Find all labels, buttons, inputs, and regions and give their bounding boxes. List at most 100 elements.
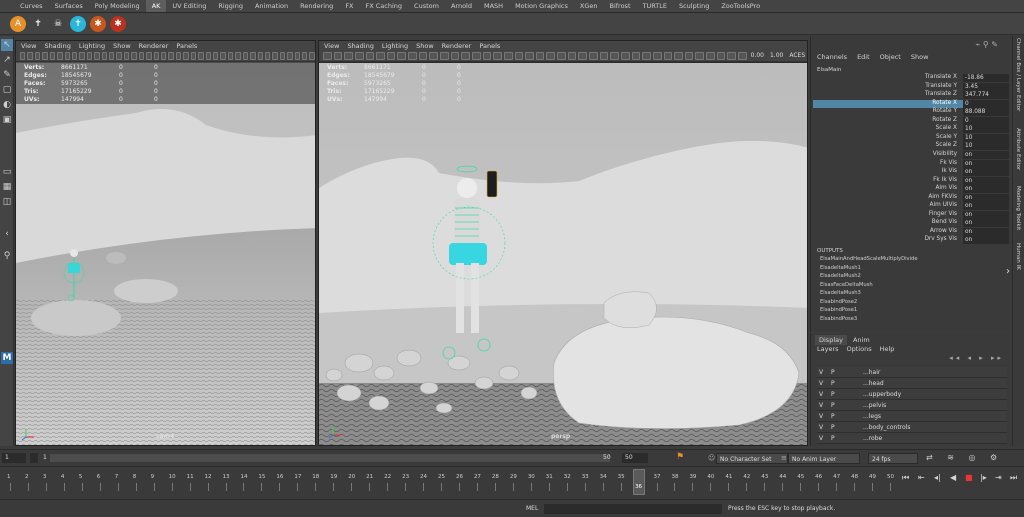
layer-visibility-toggle[interactable]: V — [819, 413, 823, 420]
viewport-tool-icon[interactable] — [71, 51, 78, 60]
viewport-tool-icon[interactable] — [309, 51, 315, 60]
viewport-tool-icon[interactable] — [589, 51, 598, 60]
shelf-tab-fx-caching[interactable]: FX Caching — [360, 0, 409, 12]
viewport-tool-icon[interactable] — [161, 51, 167, 60]
viewport-tool-icon[interactable] — [302, 51, 308, 60]
range-slider-track[interactable] — [50, 454, 610, 462]
attribute-value-field[interactable]: -18.86 — [963, 74, 1009, 82]
skull-icon[interactable]: ☠ — [50, 15, 66, 32]
fps-dropdown[interactable]: 24 fps — [868, 453, 918, 464]
viewport-tool-icon[interactable] — [503, 51, 513, 60]
shelf-tab-animation[interactable]: Animation — [249, 0, 294, 12]
viewport-tool-icon[interactable] — [42, 51, 48, 60]
viewport-tool-icon[interactable] — [674, 51, 683, 60]
output-node[interactable]: ElsabindPose2 — [820, 299, 857, 305]
attribute-row[interactable]: Scale Z 10 — [813, 142, 1009, 151]
expand-arrow-icon[interactable]: › — [1006, 266, 1010, 277]
viewport-tool-icon[interactable] — [116, 51, 122, 60]
viewport-tool-icon[interactable] — [190, 51, 197, 60]
viewport-tool-icon[interactable] — [333, 51, 343, 60]
output-node[interactable]: ElsabindPose1 — [820, 307, 857, 313]
shelf-tab-motion-graphics[interactable]: Motion Graphics — [509, 0, 574, 12]
channel-box-menu-show[interactable]: Show — [911, 53, 929, 61]
shelf-tab-mash[interactable]: MASH — [478, 0, 509, 12]
viewport-tool-icon[interactable] — [34, 51, 41, 60]
viewport-menu-lighting[interactable]: Lighting — [79, 42, 105, 50]
viewport-tool-icon[interactable] — [131, 51, 137, 60]
viewport-tool-icon[interactable] — [57, 51, 63, 60]
go-to-start-icon[interactable]: ⏮ — [902, 473, 909, 483]
viewport-tool-icon[interactable] — [620, 51, 630, 60]
viewport-tool-icon[interactable] — [94, 51, 100, 60]
layer-row[interactable]: V P ...robe — [817, 433, 1007, 444]
viewport-menu-show[interactable]: Show — [416, 42, 434, 50]
layer-playback-toggle[interactable]: P — [831, 369, 835, 376]
viewport-tool-icon[interactable] — [279, 51, 286, 60]
shelf-tab-bifrost[interactable]: Bifrost — [604, 0, 637, 12]
layer-name[interactable]: ...body_controls — [863, 424, 910, 431]
viewport-tool-icon[interactable] — [287, 51, 293, 60]
viewport-tool-icon[interactable] — [631, 51, 641, 60]
attribute-row[interactable]: Rotate Z 0 — [813, 116, 1009, 125]
viewport-menu-panels[interactable]: Panels — [176, 42, 197, 50]
attribute-value-field[interactable]: on — [963, 227, 1009, 236]
attribute-value-field[interactable]: on — [963, 219, 1009, 228]
layer-row[interactable]: V P ...pelvis — [817, 400, 1007, 411]
viewport-tool-icon[interactable] — [354, 51, 364, 60]
attribute-value-field[interactable]: 88.088 — [963, 108, 1009, 117]
shelf-tab-xgen[interactable]: XGen — [574, 0, 604, 12]
viewport-tool-icon[interactable] — [525, 51, 534, 60]
viewport-tool-icon[interactable] — [183, 51, 189, 60]
attribute-row[interactable]: Finger Vis on — [813, 210, 1009, 219]
layer-menu-help[interactable]: Help — [880, 345, 895, 353]
color-management-label[interactable]: ACES — [787, 52, 807, 59]
step-back-key-icon[interactable]: ⇤ — [918, 473, 925, 482]
viewport-tool-icon[interactable] — [695, 51, 705, 60]
move-tool-icon[interactable]: ▢ — [1, 84, 13, 96]
viewport-tool-icon[interactable] — [250, 51, 256, 60]
viewport-menu-view[interactable]: View — [324, 42, 339, 50]
viewport-tool-icon[interactable] — [546, 51, 556, 60]
range-start-handle[interactable] — [30, 453, 38, 463]
viewport-tool-icon[interactable] — [272, 51, 278, 60]
layer-name[interactable]: ...legs — [863, 413, 881, 420]
shelf-tab-surfaces[interactable]: Surfaces — [49, 0, 89, 12]
viewport-tool-icon[interactable] — [365, 51, 375, 60]
viewport-tool-icon[interactable] — [663, 51, 673, 60]
anim-layer-dropdown[interactable]: No Anim Layer — [788, 453, 860, 464]
character-red-icon[interactable]: ✱ — [110, 15, 126, 32]
viewport-tool-icon[interactable] — [567, 51, 577, 60]
viewport-tool-icon[interactable] — [450, 51, 460, 60]
output-node[interactable]: ElsasFaceDeltaMush — [820, 282, 873, 288]
viewport-tool-icon[interactable] — [168, 51, 174, 60]
viewport-menu-renderer[interactable]: Renderer — [442, 42, 472, 50]
viewport-tool-icon[interactable] — [376, 51, 385, 60]
side-tab-modeling-toolkit[interactable]: Modeling Toolkit — [1015, 186, 1021, 230]
side-tab-channel-box-layer-editor[interactable]: Channel Box / Layer Editor — [1015, 38, 1021, 111]
attribute-value-field[interactable]: 347.774 — [963, 91, 1009, 100]
layer-visibility-toggle[interactable]: V — [819, 369, 823, 376]
layer-visibility-toggle[interactable]: V — [819, 402, 823, 409]
layout-two-icon[interactable]: ◫ — [1, 196, 13, 208]
viewport-tool-icon[interactable] — [205, 51, 211, 60]
attribute-row[interactable]: Aim UIVis on — [813, 202, 1009, 211]
playback-option-icons[interactable]: ⇄ ≋ ◎ ⚙ — [926, 453, 1003, 462]
viewport-menu-panels[interactable]: Panels — [479, 42, 500, 50]
shelf-tab-custom[interactable]: Custom — [408, 0, 445, 12]
collapse-left-icon[interactable]: ‹ — [1, 228, 13, 240]
channel-box-header-icons[interactable]: ⌁ ⚲ ✎ — [976, 40, 998, 49]
layer-row[interactable]: V P ...upperbody — [817, 389, 1007, 400]
attribute-row[interactable]: Translate Z 347.774 — [813, 91, 1009, 100]
viewport-tool-icon[interactable] — [257, 51, 263, 60]
layer-row[interactable]: V P ...hair — [817, 367, 1007, 378]
attribute-row[interactable]: Rotate Y 88.088 — [813, 108, 1009, 117]
attribute-value-field[interactable]: on — [963, 176, 1009, 185]
layer-playback-toggle[interactable]: P — [831, 413, 835, 420]
shelf-tab-sculpting[interactable]: Sculpting — [673, 0, 715, 12]
viewport-tool-icon[interactable] — [153, 51, 160, 60]
viewport-tool-icon[interactable] — [493, 51, 502, 60]
viewport-tool-icon[interactable] — [123, 51, 130, 60]
scale-tool-icon[interactable]: ▣ — [1, 114, 13, 126]
time-slider[interactable]: 1 2 3 4 5 6 7 8 9 10 11 12 13 14 15 16 17 18 19 20 21 22 23 24 2… — [0, 466, 1024, 498]
viewport-tool-icon[interactable] — [109, 51, 115, 60]
